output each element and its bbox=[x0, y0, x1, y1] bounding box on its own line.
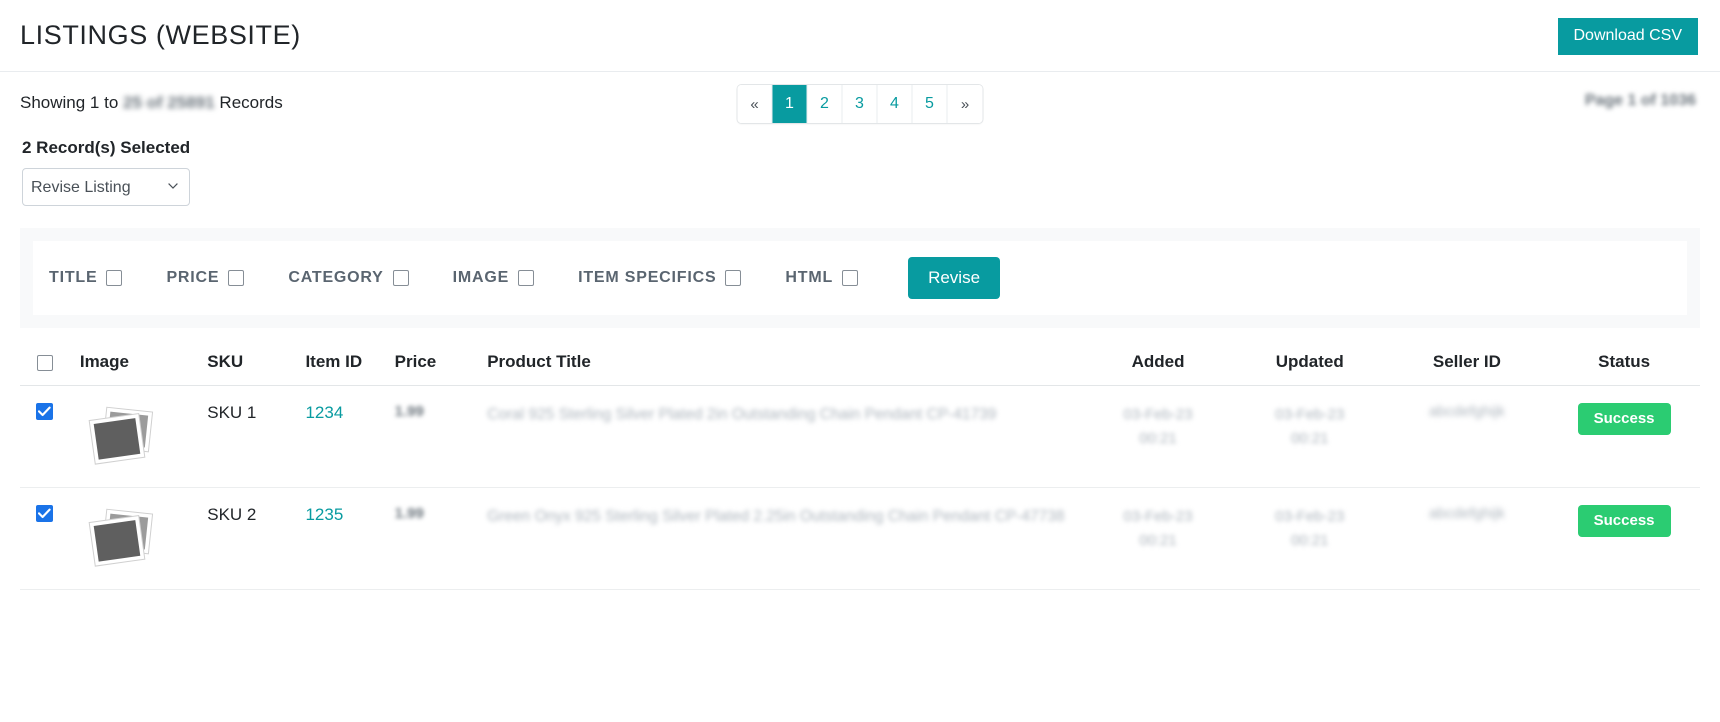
info-bar: Showing 1 to 25 of 25891 Records « 1 2 3… bbox=[0, 72, 1720, 134]
revise-option-image[interactable]: IMAGE bbox=[452, 269, 535, 287]
listings-page: LISTINGS (WEBSITE) Download CSV Showing … bbox=[0, 0, 1720, 722]
row-added-time: 00:21 bbox=[1139, 430, 1177, 447]
revise-option-html-label: HTML bbox=[785, 269, 834, 286]
table-header-row: Image SKU Item ID Price Product Title Ad… bbox=[20, 352, 1700, 386]
listings-table-wrap: Image SKU Item ID Price Product Title Ad… bbox=[20, 352, 1700, 590]
row-added-date: 03-Feb-23 bbox=[1123, 406, 1193, 423]
revise-option-category[interactable]: CATEGORY bbox=[288, 269, 409, 287]
pagination-page-1[interactable]: 1 bbox=[772, 85, 808, 123]
row-price: 1.99 bbox=[390, 385, 476, 488]
showing-suffix: Records bbox=[214, 93, 283, 112]
revise-option-title[interactable]: TITLE bbox=[49, 269, 123, 287]
row-updated-date: 03-Feb-23 bbox=[1275, 406, 1345, 423]
pagination-next[interactable]: » bbox=[947, 85, 983, 123]
revise-option-image-label: IMAGE bbox=[452, 269, 510, 286]
showing-records-text: Showing 1 to 25 of 25891 Records bbox=[20, 93, 283, 113]
revise-option-title-label: TITLE bbox=[49, 269, 98, 286]
header-sku: SKU bbox=[207, 352, 244, 371]
pagination-page-2[interactable]: 2 bbox=[807, 85, 843, 123]
row-price: 1.99 bbox=[390, 487, 476, 590]
row-updated-date: 03-Feb-23 bbox=[1275, 508, 1345, 525]
pagination-page-5[interactable]: 5 bbox=[912, 85, 948, 123]
row-added-date: 03-Feb-23 bbox=[1123, 508, 1193, 525]
row-updated: 03-Feb-23 00:21 bbox=[1233, 385, 1386, 488]
photo-placeholder-icon bbox=[88, 508, 153, 567]
row-seller-id: abcdefghijk bbox=[1385, 487, 1549, 590]
header-updated: Updated bbox=[1275, 352, 1344, 371]
header-price: Price bbox=[394, 352, 437, 371]
status-badge: Success bbox=[1577, 505, 1671, 537]
records-selected-label: 2 Record(s) Selected bbox=[22, 138, 191, 157]
checkbox-html[interactable] bbox=[842, 270, 859, 286]
bulk-action-select[interactable]: Revise Listing bbox=[22, 168, 190, 206]
showing-prefix: Showing 1 to bbox=[20, 93, 124, 112]
row-image-cell bbox=[69, 487, 192, 590]
page-header: LISTINGS (WEBSITE) Download CSV bbox=[0, 0, 1720, 72]
row-item-id-cell[interactable]: 1234 bbox=[297, 385, 391, 488]
row-status-cell: Success bbox=[1548, 487, 1700, 590]
header-select-all[interactable] bbox=[20, 352, 70, 386]
revise-option-html[interactable]: HTML bbox=[785, 269, 859, 287]
row-updated-time: 00:21 bbox=[1290, 532, 1329, 549]
revise-option-category-label: CATEGORY bbox=[288, 269, 384, 286]
header-product-title: Product Title bbox=[487, 352, 591, 371]
revise-option-item-specifics-label: ITEM SPECIFICS bbox=[578, 269, 717, 286]
photo-placeholder-icon bbox=[88, 406, 153, 465]
download-csv-button[interactable]: Download CSV bbox=[1557, 18, 1698, 55]
table-row: SKU 1 1234 1.99 Coral 925 Sterling Silve… bbox=[20, 385, 1700, 488]
bulk-action-select-wrap[interactable]: Revise Listing bbox=[22, 168, 190, 206]
check-icon bbox=[38, 508, 52, 519]
header-item-id: Item ID bbox=[305, 352, 363, 371]
status-badge: Success bbox=[1577, 403, 1671, 435]
row-added: 03-Feb-23 00:21 bbox=[1082, 487, 1234, 590]
checkbox-price[interactable] bbox=[228, 270, 245, 286]
revise-submit-button[interactable]: Revise bbox=[908, 257, 1001, 299]
header-seller-id: Seller ID bbox=[1432, 352, 1501, 371]
checkbox-item-specifics[interactable] bbox=[725, 270, 742, 286]
row-added-time: 00:21 bbox=[1139, 532, 1177, 549]
row-checkbox[interactable] bbox=[36, 505, 54, 522]
page-count-text: Page 1 of 1036 bbox=[1584, 92, 1696, 109]
revise-options-inner: TITLE PRICE CATEGORY IMAGE ITEM SPECIFIC… bbox=[33, 241, 1687, 315]
header-status: Status bbox=[1598, 352, 1651, 371]
row-product-title: Green Onyx 925 Sterling Silver Plated 2.… bbox=[475, 487, 1083, 590]
revise-options-panel: TITLE PRICE CATEGORY IMAGE ITEM SPECIFIC… bbox=[20, 228, 1700, 328]
row-sku: SKU 2 bbox=[191, 487, 298, 590]
select-all-checkbox[interactable] bbox=[36, 354, 53, 371]
listings-table: Image SKU Item ID Price Product Title Ad… bbox=[20, 352, 1700, 590]
table-body: SKU 1 1234 1.99 Coral 925 Sterling Silve… bbox=[20, 385, 1700, 590]
row-item-id-cell[interactable]: 1235 bbox=[297, 487, 391, 590]
row-item-id-link[interactable]: 1235 bbox=[305, 505, 343, 524]
row-updated-time: 00:21 bbox=[1290, 430, 1329, 447]
showing-range: 25 of 25891 bbox=[123, 93, 215, 112]
selection-block: 2 Record(s) Selected Revise Listing bbox=[0, 134, 1720, 206]
table-header: Image SKU Item ID Price Product Title Ad… bbox=[20, 352, 1700, 386]
check-icon bbox=[38, 406, 52, 417]
row-select-cell[interactable] bbox=[20, 487, 70, 590]
revise-option-item-specifics[interactable]: ITEM SPECIFICS bbox=[578, 269, 742, 287]
checkbox-category[interactable] bbox=[392, 270, 409, 286]
row-image-cell bbox=[69, 385, 192, 488]
pagination-page-3[interactable]: 3 bbox=[842, 85, 878, 123]
row-updated: 03-Feb-23 00:21 bbox=[1233, 487, 1386, 590]
checkbox-title[interactable] bbox=[106, 270, 123, 286]
row-added: 03-Feb-23 00:21 bbox=[1082, 385, 1234, 488]
page-title: LISTINGS (WEBSITE) bbox=[20, 20, 301, 50]
header-image: Image bbox=[79, 352, 129, 371]
pagination[interactable]: « 1 2 3 4 5 » bbox=[736, 84, 984, 124]
checkbox-image[interactable] bbox=[518, 270, 535, 286]
row-status-cell: Success bbox=[1548, 385, 1700, 488]
revise-option-price-label: PRICE bbox=[166, 269, 220, 286]
row-item-id-link[interactable]: 1234 bbox=[305, 403, 343, 422]
row-select-cell[interactable] bbox=[20, 385, 70, 488]
row-checkbox[interactable] bbox=[36, 403, 54, 420]
row-product-title: Coral 925 Sterling Silver Plated 2in Out… bbox=[475, 385, 1083, 488]
pagination-page-4[interactable]: 4 bbox=[877, 85, 913, 123]
row-seller-id: abcdefghijk bbox=[1385, 385, 1549, 488]
row-sku: SKU 1 bbox=[191, 385, 298, 488]
table-row: SKU 2 1235 1.99 Green Onyx 925 Sterling … bbox=[20, 487, 1700, 590]
header-added: Added bbox=[1131, 352, 1185, 371]
pagination-prev[interactable]: « bbox=[737, 85, 773, 123]
revise-option-price[interactable]: PRICE bbox=[166, 269, 245, 287]
